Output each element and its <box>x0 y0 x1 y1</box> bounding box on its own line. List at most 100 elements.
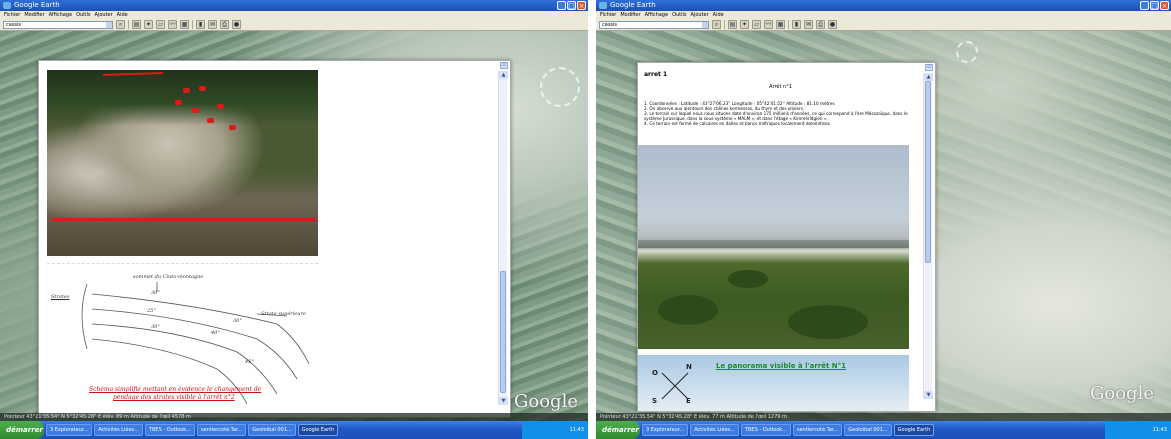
app-icon <box>3 2 11 9</box>
print-icon[interactable]: ⎙ <box>220 20 229 29</box>
globe-icon[interactable]: ● <box>232 20 241 29</box>
taskbar-item[interactable]: sentiercoté.Tar... <box>196 424 247 436</box>
search-icon[interactable]: ⌕ <box>712 20 721 29</box>
dropdown-arrow-icon[interactable] <box>106 21 112 28</box>
article-text: 1. Coordonnées : Latitude : 43°27'06.23'… <box>644 101 921 126</box>
search-input[interactable]: cassis <box>3 20 113 29</box>
print-icon[interactable]: ⎙ <box>816 20 825 29</box>
menu-ajouter[interactable]: Ajouter <box>95 11 113 19</box>
taskbar-item[interactable]: Geoloibal 001... <box>844 424 892 436</box>
landscape-photo <box>638 145 909 349</box>
balloon-maximize-icon[interactable]: ▫ <box>925 64 933 71</box>
polygon-icon[interactable]: ▱ <box>156 20 165 29</box>
balloon-maximize-icon[interactable]: ▫ <box>500 62 508 69</box>
status-bar: Pointeur 43°21'35.54" N 5°32'45.28" E él… <box>0 413 588 421</box>
start-button[interactable]: démarrer <box>596 421 640 439</box>
menu-aide[interactable]: Aide <box>713 11 724 19</box>
panorama-section: N O S E Le panorama visible à l'arrêt N°… <box>638 355 909 411</box>
dropdown-arrow-icon[interactable] <box>702 21 708 28</box>
overlay-icon[interactable]: ▦ <box>180 20 189 29</box>
start-button[interactable]: démarrer <box>0 421 44 439</box>
overlay-icon[interactable]: ▦ <box>776 20 785 29</box>
title-bar: Google Earth _ □ × <box>596 0 1171 11</box>
close-button[interactable]: × <box>577 1 586 10</box>
menu-aide[interactable]: Aide <box>117 11 128 19</box>
status-bar: Pointeur 43°21'35.54" N 5°32'45.28" E él… <box>596 413 1171 421</box>
outcrop-photo <box>47 70 318 256</box>
info-balloon: sommet du Cinto-montagne Strates 30° 25°… <box>38 60 511 418</box>
panorama-link[interactable]: Le panorama visible à l'arrêt N°1 <box>716 362 846 370</box>
taskbar-item[interactable]: 3 Explorateur... <box>46 424 93 436</box>
toolbar: cassis ⌕ ▤ ✦ ▱ 〰 ▦ ▮ ✉ ⎙ ● <box>0 19 588 31</box>
email-icon[interactable]: ✉ <box>208 20 217 29</box>
scroll-thumb[interactable] <box>500 271 506 393</box>
menu-affichage[interactable]: Affichage <box>49 11 73 19</box>
compass-label: S <box>652 397 658 405</box>
system-tray-clock: 11:43 <box>1105 421 1171 439</box>
shrub <box>658 295 718 325</box>
angle-label: 45° <box>245 359 254 365</box>
navigation-ring-icon[interactable] <box>540 67 580 107</box>
compass-label: O <box>652 369 658 377</box>
placemark-icon[interactable]: ✦ <box>144 20 153 29</box>
path-icon[interactable]: 〰 <box>764 20 773 29</box>
polygon-icon[interactable]: ▱ <box>752 20 761 29</box>
taskbar-item[interactable]: Activités Liées... <box>94 424 143 436</box>
taskbar-item[interactable]: TBES - Outlook... <box>144 424 195 436</box>
geology-sketch: sommet du Cinto-montagne Strates 30° 25°… <box>47 263 318 413</box>
menu-modifier[interactable]: Modifier <box>620 11 640 19</box>
google-logo: Google <box>514 391 578 412</box>
sketch-right-label: Strate supérieure <box>261 311 306 317</box>
toolbar-separator <box>788 20 789 29</box>
taskbar: démarrer 3 Explorateur... Activités Liée… <box>0 421 588 439</box>
red-marking <box>192 108 199 113</box>
taskbar-item[interactable]: Geoloibal 001... <box>248 424 296 436</box>
taskbar-item-active[interactable]: Google Earth <box>297 424 339 436</box>
maximize-button[interactable]: □ <box>567 1 576 10</box>
scroll-up-icon[interactable]: ▲ <box>499 71 508 79</box>
taskbar-item-active[interactable]: Google Earth <box>893 424 935 436</box>
menu-outils[interactable]: Outils <box>76 11 90 19</box>
placemark-icon[interactable]: ✦ <box>740 20 749 29</box>
path-icon[interactable]: 〰 <box>168 20 177 29</box>
menu-modifier[interactable]: Modifier <box>24 11 44 19</box>
red-marking <box>183 88 190 93</box>
minimize-button[interactable]: _ <box>557 1 566 10</box>
taskbar-item[interactable]: sentiercoté.Tar... <box>792 424 843 436</box>
sketch-top-label: sommet du Cinto-montagne <box>133 274 204 280</box>
sidebar-toggle-icon[interactable]: ▤ <box>728 20 737 29</box>
menu-affichage[interactable]: Affichage <box>645 11 669 19</box>
system-tray-clock: 11:43 <box>522 421 588 439</box>
ruler-icon[interactable]: ▮ <box>792 20 801 29</box>
google-logo: Google <box>1090 383 1154 404</box>
scroll-down-icon[interactable]: ▼ <box>924 391 933 399</box>
menu-fichier[interactable]: Fichier <box>600 11 616 19</box>
globe-icon[interactable]: ● <box>828 20 837 29</box>
email-icon[interactable]: ✉ <box>804 20 813 29</box>
sidebar-toggle-icon[interactable]: ▤ <box>132 20 141 29</box>
ruler-icon[interactable]: ▮ <box>196 20 205 29</box>
menu-outils[interactable]: Outils <box>672 11 686 19</box>
taskbar-item[interactable]: 3 Explorateur... <box>642 424 689 436</box>
red-marking <box>175 100 182 105</box>
maximize-button[interactable]: □ <box>1150 1 1159 10</box>
scroll-up-icon[interactable]: ▲ <box>924 73 933 81</box>
navigation-ring-icon[interactable] <box>956 41 978 63</box>
menu-fichier[interactable]: Fichier <box>4 11 20 19</box>
toolbar-separator <box>724 20 725 29</box>
menu-ajouter[interactable]: Ajouter <box>691 11 709 19</box>
title-bar: Google Earth _ □ × <box>0 0 588 11</box>
minimize-button[interactable]: _ <box>1140 1 1149 10</box>
search-icon[interactable]: ⌕ <box>116 20 125 29</box>
taskbar-item[interactable]: TBES - Outlook... <box>740 424 791 436</box>
close-button[interactable]: × <box>1160 1 1169 10</box>
toolbar: cassis ⌕ ▤ ✦ ▱ 〰 ▦ ▮ ✉ ⎙ ● <box>596 19 1171 31</box>
taskbar-item[interactable]: Activités Liées... <box>690 424 739 436</box>
balloon-scrollbar[interactable]: ▲ ▼ <box>923 73 933 399</box>
scroll-down-icon[interactable]: ▼ <box>499 397 508 405</box>
search-input[interactable]: cassis <box>599 20 709 29</box>
shrub <box>788 305 868 339</box>
balloon-scrollbar[interactable]: ▲ ▼ <box>498 71 508 405</box>
menu-bar: Fichier Modifier Affichage Outils Ajoute… <box>596 11 1171 19</box>
scroll-thumb[interactable] <box>925 81 931 263</box>
